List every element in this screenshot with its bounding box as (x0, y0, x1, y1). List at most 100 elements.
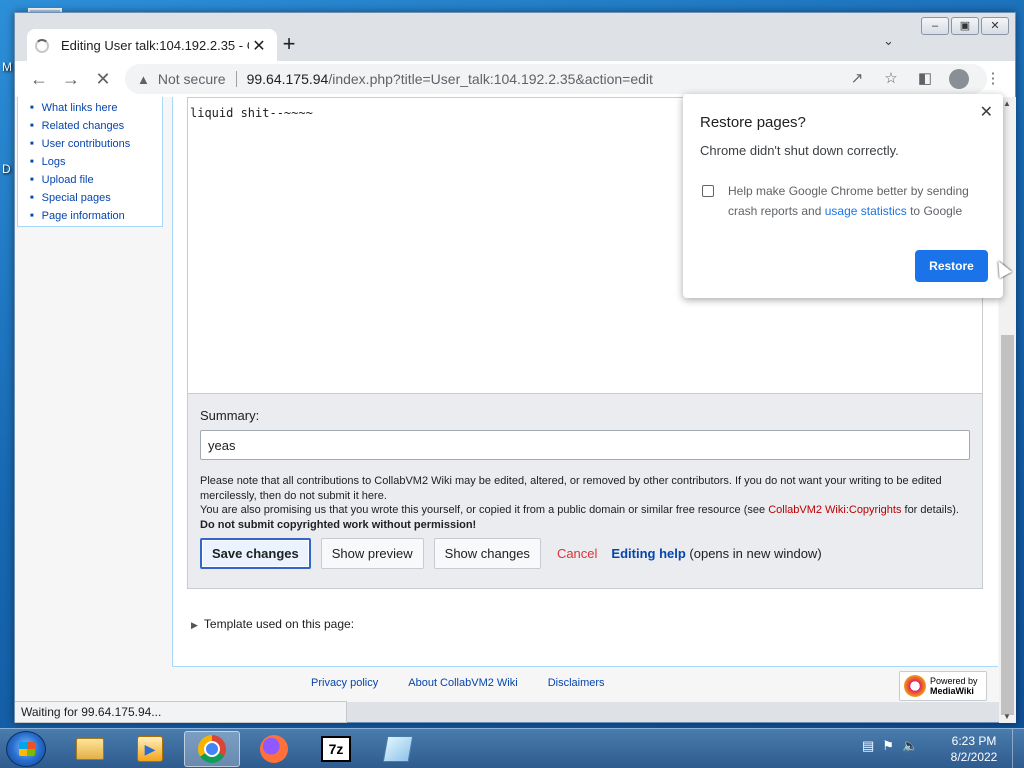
tab-title: Editing User talk:104.192.2.35 - C (61, 38, 249, 53)
popup-title: Restore pages? (700, 114, 806, 131)
footer-link-disclaimers[interactable]: Disclaimers (548, 677, 605, 689)
7zip-icon: 7z (321, 736, 351, 762)
crash-report-label: Help make Google Chrome better by sendin… (728, 181, 988, 221)
clock-time: 6:23 PM (951, 734, 997, 748)
sidebar-item-logs[interactable]: Logs (30, 155, 162, 173)
powered-text: Powered by MediaWiki (930, 676, 978, 696)
media-player-icon: ▶ (137, 736, 163, 762)
notice-text: You are also promising us that you wrote… (200, 504, 769, 516)
desktop-icon-label: M (2, 60, 12, 74)
sidebar-tools: What links here Related changes User con… (17, 97, 163, 227)
editing-help-link[interactable]: Editing help (611, 546, 685, 561)
windows-logo-icon (19, 742, 35, 756)
action-center-flag-icon[interactable]: ⚑ (882, 738, 894, 754)
title-bar: Editing User talk:104.192.2.35 - C ✕ + ⌄… (15, 13, 1015, 62)
side-panel-icon[interactable]: ◧ (911, 64, 939, 94)
back-arrow-icon[interactable]: ← (23, 63, 55, 95)
network-icon[interactable]: ▤ (862, 738, 874, 754)
notice-text: for details). (901, 504, 959, 516)
browser-toolbar: ← → ✕ ▲ Not secure 99.64.175.94/index.ph… (15, 61, 1015, 97)
folder-icon (76, 738, 104, 760)
expand-triangle-icon[interactable]: ▶ (191, 620, 198, 630)
footer-links: Privacy policy About CollabVM2 Wiki Disc… (311, 677, 605, 689)
url-host: 99.64.175.94 (246, 71, 329, 87)
toolbar-actions: ↗ ☆ ◧ ⋮ (843, 64, 1007, 94)
warning-icon[interactable]: ▲ (137, 72, 150, 87)
close-window-button[interactable]: ✕ (981, 17, 1009, 35)
save-changes-button[interactable]: Save changes (200, 538, 311, 569)
share-icon[interactable]: ↗ (843, 64, 871, 94)
firefox-icon (260, 735, 288, 763)
taskbar-7zip[interactable]: 7z (308, 731, 364, 767)
template-label: Template used on this page: (203, 617, 355, 631)
start-button[interactable] (6, 731, 46, 767)
editing-help-suffix: (opens in new window) (685, 546, 822, 561)
sidebar-item-page-information[interactable]: Page information (30, 209, 162, 227)
crash-report-checkbox[interactable] (702, 185, 714, 197)
restore-button[interactable]: Restore (915, 250, 988, 282)
restore-pages-popup: ✕ Restore pages? Chrome didn't shut down… (683, 94, 1003, 298)
taskbar-media-player[interactable]: ▶ (122, 731, 178, 767)
maximize-button[interactable]: ▣ (951, 17, 979, 35)
minimize-button[interactable]: – (921, 17, 949, 35)
profile-avatar-icon[interactable] (949, 69, 969, 89)
scroll-up-icon[interactable]: ▲ (1003, 99, 1011, 108)
sidebar-item-related-changes[interactable]: Related changes (30, 119, 162, 137)
edit-options: Summary: yeas Please note that all contr… (187, 393, 983, 589)
show-changes-button[interactable]: Show changes (433, 538, 541, 569)
cancel-link[interactable]: Cancel (557, 546, 597, 561)
footer-link-privacy[interactable]: Privacy policy (311, 677, 378, 689)
powered-line1: Powered by (930, 676, 978, 686)
scroll-down-icon[interactable]: ▼ (1003, 712, 1011, 721)
tab-search-chevron-icon[interactable]: ⌄ (883, 33, 894, 49)
menu-kebab-icon[interactable]: ⋮ (979, 64, 1007, 94)
stop-loading-icon[interactable]: ✕ (87, 63, 119, 95)
forward-arrow-icon[interactable]: → (55, 63, 87, 95)
sidebar-item-upload-file[interactable]: Upload file (30, 173, 162, 191)
templates-used[interactable]: ▶ Template used on this page: (191, 617, 354, 631)
taskbar-chrome[interactable] (184, 731, 240, 767)
browser-tab[interactable]: Editing User talk:104.192.2.35 - C ✕ (27, 29, 277, 62)
check-text: to Google (906, 204, 963, 218)
taskbar-explorer[interactable] (62, 731, 118, 767)
system-tray: ▤ ⚑ 🔈 (862, 738, 918, 754)
editing-help: Editing help (opens in new window) (611, 546, 821, 561)
footer-link-about[interactable]: About CollabVM2 Wiki (408, 677, 517, 689)
usage-statistics-link[interactable]: usage statistics (825, 204, 907, 218)
page-footer: Privacy policy About CollabVM2 Wiki Disc… (15, 669, 999, 702)
copyrights-link[interactable]: CollabVM2 Wiki:Copyrights (768, 504, 901, 516)
taskbar-firefox[interactable] (246, 731, 302, 767)
sidebar-item-special-pages[interactable]: Special pages (30, 191, 162, 209)
taskbar-notepad[interactable] (370, 731, 426, 767)
popup-subtitle: Chrome didn't shut down correctly. (700, 143, 899, 158)
show-desktop-button[interactable] (1012, 729, 1024, 768)
url-path: /index.php?title=User_talk:104.192.2.35&… (328, 71, 653, 87)
clock[interactable]: 6:23 PM 8/2/2022 (946, 733, 1002, 765)
mediawiki-logo-icon (904, 675, 926, 697)
tab-close-icon[interactable]: ✕ (249, 36, 269, 56)
copyright-notice: Please note that all contributions to Co… (200, 474, 970, 532)
popup-close-icon[interactable]: ✕ (980, 102, 993, 122)
sidebar-item-what-links-here[interactable]: What links here (30, 101, 162, 119)
notice-warning: Do not submit copyrighted work without p… (200, 518, 477, 531)
window-controls: – ▣ ✕ (921, 17, 1009, 35)
loading-spinner-icon (35, 38, 49, 53)
powered-line2: MediaWiki (930, 686, 974, 696)
chrome-window: Editing User talk:104.192.2.35 - C ✕ + ⌄… (14, 12, 1016, 723)
security-label[interactable]: Not secure (158, 71, 226, 87)
divider (235, 71, 237, 87)
show-preview-button[interactable]: Show preview (320, 538, 424, 569)
edit-buttons: Save changes Show preview Show changes C… (200, 538, 822, 569)
new-tab-button[interactable]: + (275, 31, 303, 59)
scrollbar-thumb[interactable] (1001, 335, 1014, 715)
summary-label: Summary: (200, 408, 260, 423)
star-bookmark-icon[interactable]: ☆ (877, 64, 905, 94)
sidebar-item-user-contributions[interactable]: User contributions (30, 137, 162, 155)
volume-icon[interactable]: 🔈 (902, 738, 918, 754)
powered-by-mediawiki-badge[interactable]: Powered by MediaWiki (899, 671, 987, 701)
desktop-icon-label: D (2, 162, 11, 176)
chrome-icon (198, 735, 226, 763)
summary-input[interactable]: yeas (200, 430, 970, 460)
notice-text: Please note that all contributions to Co… (200, 475, 942, 502)
clock-date: 8/2/2022 (950, 750, 998, 764)
